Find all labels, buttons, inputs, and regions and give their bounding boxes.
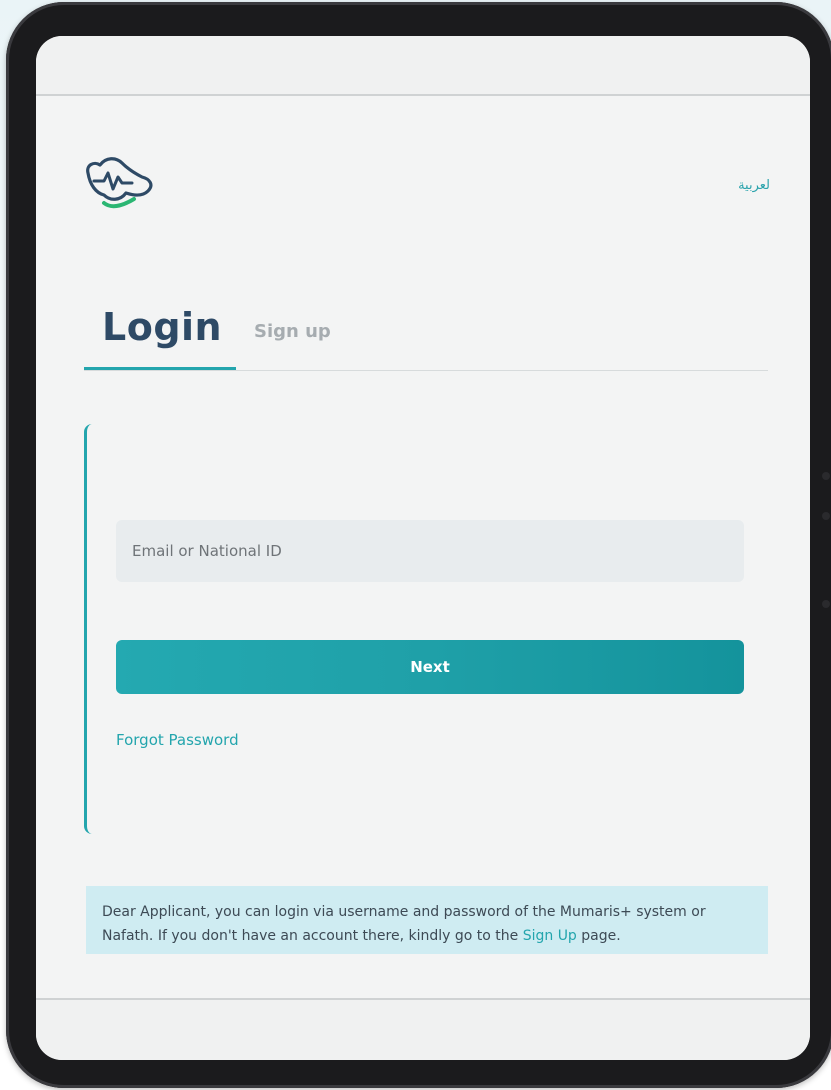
side-button-dot [822,472,830,480]
tablet-frame: لعربية Login Sign up Next Forgot Passwor… [6,2,831,1088]
auth-tabs: Login Sign up [84,301,768,371]
email-or-national-id-input[interactable] [116,520,744,582]
side-button-dot [822,600,830,608]
bottom-bar [36,998,810,1060]
active-tab-indicator [84,367,236,370]
notice-text-after: page. [576,928,621,944]
tab-signup[interactable]: Sign up [254,321,331,342]
heartbeat-logo-icon [86,157,153,209]
top-bar [36,36,810,96]
login-form-card [84,424,768,834]
notice-signup-link[interactable]: Sign Up [523,928,577,944]
next-button[interactable]: Next [116,640,744,694]
language-toggle-link[interactable]: لعربية [738,178,770,193]
app-screen: لعربية Login Sign up Next Forgot Passwor… [36,36,810,1060]
tab-login[interactable]: Login [102,305,222,349]
forgot-password-link[interactable]: Forgot Password [116,731,239,749]
app-logo [80,151,162,223]
applicant-notice: Dear Applicant, you can login via userna… [86,886,768,954]
side-button-dot [822,512,830,520]
